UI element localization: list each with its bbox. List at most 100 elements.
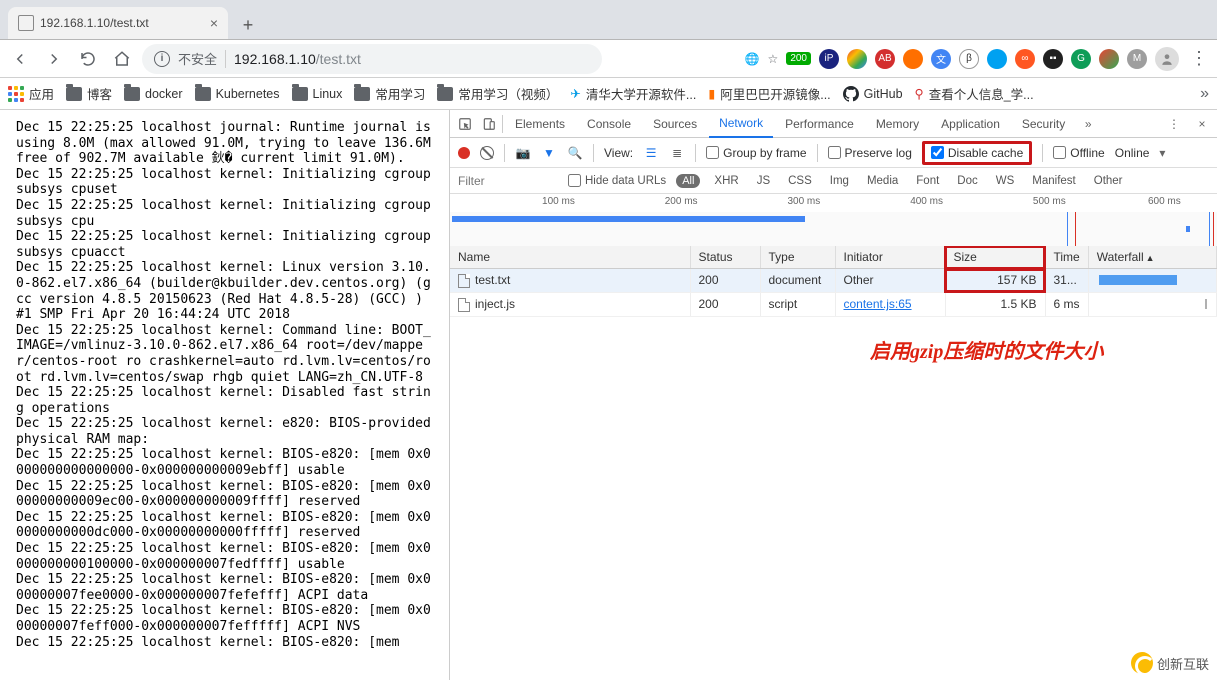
clear-icon[interactable]	[480, 146, 494, 160]
camera-icon[interactable]: 📷	[515, 145, 531, 161]
filter-type[interactable]: JS	[753, 174, 774, 188]
bookmark-folder[interactable]: 常用学习	[354, 84, 425, 103]
reload-button[interactable]	[74, 45, 102, 73]
more-tabs-icon[interactable]: »	[1077, 117, 1099, 131]
bookmark-folder[interactable]: Linux	[292, 87, 343, 101]
waterfall-icon[interactable]: ≣	[669, 145, 685, 161]
folder-icon	[354, 87, 370, 101]
adblock-icon[interactable]: AB	[875, 49, 895, 69]
timeline-load-line	[1075, 212, 1076, 246]
col-initiator[interactable]: Initiator	[835, 246, 945, 269]
chevron-down-icon[interactable]: ▾	[1159, 146, 1165, 160]
new-tab-button[interactable]: +	[234, 11, 262, 39]
col-status[interactable]: Status	[690, 246, 760, 269]
record-icon[interactable]	[458, 147, 470, 159]
preserve-log-checkbox[interactable]: Preserve log	[828, 146, 912, 160]
extension-icon[interactable]	[987, 49, 1007, 69]
bookmark-item[interactable]: ⚲查看个人信息_学...	[915, 84, 1034, 103]
search-icon[interactable]: 🔍	[567, 145, 583, 161]
site-icon: ▮	[708, 86, 715, 101]
extension-icon[interactable]	[847, 49, 867, 69]
bookmark-folder[interactable]: 常用学习（视频）	[437, 84, 558, 103]
filter-icon[interactable]: ▼	[541, 145, 557, 161]
group-by-frame-checkbox[interactable]: Group by frame	[706, 146, 806, 160]
inspect-icon[interactable]	[454, 117, 476, 131]
throttling-select[interactable]: Online	[1115, 146, 1150, 160]
back-button[interactable]	[6, 45, 34, 73]
table-header-row: Name Status Type Initiator Size Time Wat…	[450, 246, 1217, 269]
browser-tab[interactable]: 192.168.1.10/test.txt ×	[8, 7, 228, 39]
filter-input[interactable]	[458, 174, 558, 188]
tab-elements[interactable]: Elements	[505, 111, 575, 137]
network-filter-row: Hide data URLs All XHR JS CSS Img Media …	[450, 168, 1217, 194]
offline-checkbox[interactable]: Offline	[1053, 146, 1104, 160]
bookmark-folder[interactable]: docker	[124, 87, 183, 101]
network-timeline[interactable]: 100 ms 200 ms 300 ms 400 ms 500 ms 600 m…	[450, 194, 1217, 246]
profile-avatar[interactable]	[1155, 47, 1179, 71]
col-name[interactable]: Name	[450, 246, 690, 269]
page-content[interactable]: Dec 15 22:25:25 localhost journal: Runti…	[0, 110, 450, 680]
hide-data-urls-checkbox[interactable]: Hide data URLs	[568, 174, 666, 187]
close-icon[interactable]: ×	[1191, 117, 1213, 131]
tab-memory[interactable]: Memory	[866, 111, 929, 137]
extension-icon[interactable]: 文	[931, 49, 951, 69]
col-waterfall[interactable]: Waterfall▲	[1088, 246, 1216, 269]
timeline-bar	[1186, 226, 1190, 232]
filter-type-all[interactable]: All	[676, 174, 700, 188]
large-rows-icon[interactable]: ☰	[643, 145, 659, 161]
tab-title: 192.168.1.10/test.txt	[40, 16, 204, 30]
bookmark-item[interactable]: ✈清华大学开源软件...	[570, 84, 696, 103]
menu-icon[interactable]: ⋮	[1187, 48, 1211, 69]
extension-icon[interactable]	[903, 49, 923, 69]
filter-type[interactable]: Img	[826, 174, 853, 188]
filter-type[interactable]: Media	[863, 174, 902, 188]
extension-icon[interactable]	[1099, 49, 1119, 69]
filter-type[interactable]: Doc	[953, 174, 981, 188]
bookmarks-overflow-icon[interactable]: »	[1200, 85, 1209, 103]
request-row[interactable]: inject.js 200 script content.js:65 1.5 K…	[450, 292, 1217, 316]
extension-icon[interactable]: β	[959, 49, 979, 69]
bookmark-folder[interactable]: 博客	[66, 84, 112, 103]
extension-icon[interactable]: G	[1071, 49, 1091, 69]
site-icon: ⚲	[915, 86, 924, 101]
apps-button[interactable]: 应用	[8, 84, 54, 103]
close-icon[interactable]: ×	[210, 15, 218, 31]
forward-button[interactable]	[40, 45, 68, 73]
bookmark-item[interactable]: ▮阿里巴巴开源镜像...	[708, 84, 830, 103]
extension-icon[interactable]: ∞	[1015, 49, 1035, 69]
address-bar[interactable]: i 不安全 192.168.1.10/test.txt	[142, 44, 602, 74]
apps-label: 应用	[29, 84, 54, 103]
col-size[interactable]: Size	[945, 246, 1045, 269]
request-row[interactable]: test.txt 200 document Other 157 KB 31...	[450, 269, 1217, 293]
star-icon[interactable]: ☆	[768, 52, 779, 66]
timeline-line	[1213, 212, 1214, 246]
extension-icon[interactable]: iP	[819, 49, 839, 69]
filter-type[interactable]: Manifest	[1028, 174, 1079, 188]
col-type[interactable]: Type	[760, 246, 835, 269]
tab-sources[interactable]: Sources	[643, 111, 707, 137]
filter-type[interactable]: WS	[992, 174, 1019, 188]
col-time[interactable]: Time	[1045, 246, 1088, 269]
tab-console[interactable]: Console	[577, 111, 641, 137]
extension-icon[interactable]: ▪▪	[1043, 49, 1063, 69]
annotation-text: 启用gzip压缩时的文件大小	[870, 335, 1103, 364]
folder-icon	[437, 87, 453, 101]
site-info-icon[interactable]: i	[154, 51, 170, 67]
disable-cache-checkbox[interactable]: Disable cache	[922, 141, 1032, 165]
device-toggle-icon[interactable]	[478, 117, 500, 131]
bookmark-item[interactable]: GitHub	[843, 86, 903, 102]
tab-performance[interactable]: Performance	[775, 111, 864, 137]
filter-type[interactable]: CSS	[784, 174, 816, 188]
filter-type[interactable]: XHR	[710, 174, 742, 188]
tab-security[interactable]: Security	[1012, 111, 1075, 137]
tab-network[interactable]: Network	[709, 110, 773, 138]
filter-type[interactable]: Font	[912, 174, 943, 188]
initiator-link[interactable]: content.js:65	[844, 297, 912, 311]
translate-icon[interactable]: 🌐	[745, 52, 760, 66]
bookmark-folder[interactable]: Kubernetes	[195, 87, 280, 101]
home-button[interactable]	[108, 45, 136, 73]
extension-icon[interactable]: M	[1127, 49, 1147, 69]
filter-type[interactable]: Other	[1090, 174, 1127, 188]
settings-icon[interactable]: ⋮	[1163, 117, 1185, 131]
tab-application[interactable]: Application	[931, 111, 1010, 137]
